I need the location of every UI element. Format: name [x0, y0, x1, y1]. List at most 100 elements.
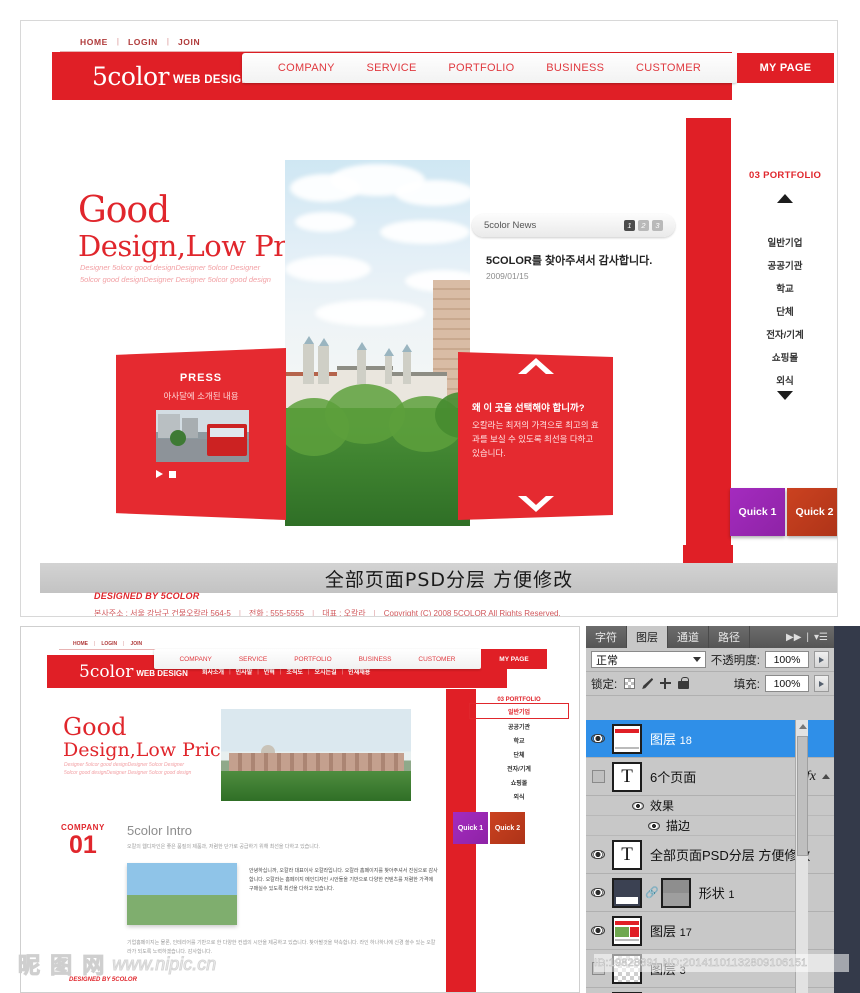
portfolio-item-2[interactable]: 학교 [720, 276, 838, 299]
cloud-shape [295, 212, 355, 232]
scrollbar-thumb[interactable] [797, 736, 808, 856]
layer-visibility-toggle[interactable] [586, 850, 610, 859]
nav-item-company[interactable]: COMPANY [278, 62, 335, 74]
portfolio-scroll-up-icon[interactable] [777, 194, 793, 203]
mini-utility-link-join[interactable]: JOIN [130, 641, 142, 647]
mini-portfolio-item-1[interactable]: 공공기관 [469, 719, 569, 733]
eye-icon[interactable] [632, 801, 644, 810]
play-icon[interactable] [156, 470, 163, 478]
utility-link-join[interactable]: JOIN [178, 37, 200, 47]
layer-thumbnail[interactable]: T [612, 761, 642, 792]
news-page-2[interactable]: 2 [638, 220, 649, 231]
mini-nav-item-business[interactable]: BUSINESS [359, 656, 392, 663]
layer-name: 图层 18 [650, 729, 692, 748]
tab-character[interactable]: 字符 [586, 626, 627, 648]
layer-name-text: 图层 [650, 924, 677, 939]
mini-utility-link-login[interactable]: LOGIN [101, 641, 117, 647]
lock-paint-brush-icon[interactable] [642, 678, 654, 689]
portfolio-item-3[interactable]: 단체 [720, 299, 838, 322]
news-page-1[interactable]: 1 [624, 220, 635, 231]
layer-visibility-toggle[interactable] [586, 770, 610, 783]
layer-visibility-toggle[interactable] [586, 888, 610, 897]
mini-nav-item-company[interactable]: COMPANY [179, 656, 211, 663]
link-icon[interactable]: 🔗 [645, 886, 659, 899]
portfolio-item-6[interactable]: 외식 [720, 368, 838, 391]
collapse-icon[interactable]: ▶▶ [786, 632, 801, 643]
portfolio-item-0[interactable]: 일반기업 [720, 230, 838, 253]
blend-mode-select[interactable]: 正常 [591, 651, 706, 668]
mini-main-nav: COMPANY SERVICE PORTFOLIO BUSINESS CUSTO… [154, 649, 481, 669]
portfolio-item-4[interactable]: 전자/기계 [720, 322, 838, 345]
stop-icon[interactable] [169, 470, 176, 478]
scroll-up-icon[interactable] [799, 724, 807, 729]
layer-mask-thumbnail[interactable] [660, 877, 691, 908]
quick-1-button[interactable]: Quick 1 [730, 488, 785, 536]
tab-channels[interactable]: 通道 [668, 626, 709, 648]
portfolio-scroll-down-icon[interactable] [777, 391, 793, 400]
mini-subnav-separator: | [341, 668, 344, 675]
nav-item-customer[interactable]: CUSTOMER [636, 62, 701, 74]
id-watermark-text: ID:19828391 NO:20141101132809106151 [594, 957, 808, 970]
layer-thumbnail[interactable] [612, 877, 642, 908]
expand-effects-icon[interactable] [822, 774, 830, 779]
press-media-controls[interactable] [156, 470, 176, 478]
nav-item-business[interactable]: BUSINESS [546, 62, 604, 74]
utility-link-login[interactable]: LOGIN [128, 37, 158, 47]
opacity-value[interactable]: 100% [765, 651, 809, 668]
mini-hero-subtext-line-2: 5olcor good designDesigner Designer 5olc… [64, 770, 192, 776]
panel-menu-icon[interactable]: ▾☰ [814, 632, 828, 643]
mini-portfolio-item-3[interactable]: 단체 [469, 747, 569, 761]
why-question: 왜 이 곳을 선택해야 합니까? [472, 403, 585, 414]
layer-visibility-toggle[interactable] [586, 734, 610, 743]
news-page-3[interactable]: 3 [652, 220, 663, 231]
lock-transparency-icon[interactable] [624, 678, 636, 689]
layer-thumbnail[interactable] [612, 723, 642, 754]
mini-my-page-button[interactable]: MY PAGE [481, 649, 547, 669]
effect-name: 效果 [650, 799, 675, 813]
mini-portfolio-item-5[interactable]: 쇼핑몰 [469, 775, 569, 789]
press-photo-london-bus [156, 410, 249, 462]
mini-nav-item-customer[interactable]: CUSTOMER [418, 656, 455, 663]
mini-quick-1-button[interactable]: Quick 1 [453, 812, 488, 844]
mini-hero-line-2: Design,Low Price [63, 739, 232, 761]
lock-row: 锁定: 填充: 100% [586, 672, 834, 696]
mini-portfolio-item-0[interactable]: 일반기업 [469, 703, 569, 719]
mini-portfolio-item-2[interactable]: 학교 [469, 733, 569, 747]
mini-portfolio-item-4[interactable]: 전자/기계 [469, 761, 569, 775]
psd-banner-text: 全部页面PSD分层 方便修改 [324, 568, 574, 591]
mini-company-badge: COMPANY 01 [61, 823, 105, 858]
mini-logo-sub: WEB DESIGN [136, 669, 188, 678]
site-logo[interactable]: 5color WEB DESIGN [92, 62, 250, 91]
portfolio-item-1[interactable]: 공공기관 [720, 253, 838, 276]
my-page-button[interactable]: MY PAGE [737, 53, 834, 83]
layer-thumbnail[interactable] [612, 915, 642, 946]
portfolio-item-5[interactable]: 쇼핑몰 [720, 345, 838, 368]
mini-nav-item-service[interactable]: SERVICE [239, 656, 267, 663]
mini-utility-link-home[interactable]: HOME [73, 641, 88, 647]
opacity-slider-button[interactable] [814, 651, 829, 668]
mini-subnav-separator: | [257, 668, 259, 675]
website-mockup-small: HOME | LOGIN | JOIN 5color WEB DESIGN 회사소… [20, 626, 580, 993]
cloud-shape [315, 300, 425, 326]
mini-quick-2-button[interactable]: Quick 2 [490, 812, 525, 844]
fill-value[interactable]: 100% [765, 675, 809, 692]
mini-portfolio-item-6[interactable]: 외식 [469, 789, 569, 803]
nav-item-portfolio[interactable]: PORTFOLIO [448, 62, 514, 74]
quick-2-button[interactable]: Quick 2 [787, 488, 838, 536]
tab-paths[interactable]: 路径 [709, 626, 750, 648]
news-headline[interactable]: 5COLOR를 찾아주셔서 감사합니다. [486, 252, 652, 268]
layer-number: 1 [728, 889, 735, 901]
fill-slider-button[interactable] [814, 675, 829, 692]
eye-icon[interactable] [648, 821, 660, 830]
layer-thumbnail[interactable]: T [612, 839, 642, 870]
lock-move-icon[interactable] [660, 678, 672, 689]
cloud-shape [395, 180, 470, 206]
layer-visibility-toggle[interactable] [586, 926, 610, 935]
mini-nav-item-portfolio[interactable]: PORTFOLIO [294, 656, 331, 663]
lock-all-icon[interactable] [678, 677, 690, 689]
tab-layers[interactable]: 图层 [627, 626, 668, 648]
utility-link-home[interactable]: HOME [80, 37, 108, 47]
layers-scrollbar[interactable] [795, 720, 808, 993]
footer-separator: | [238, 609, 241, 617]
nav-item-service[interactable]: SERVICE [366, 62, 416, 74]
